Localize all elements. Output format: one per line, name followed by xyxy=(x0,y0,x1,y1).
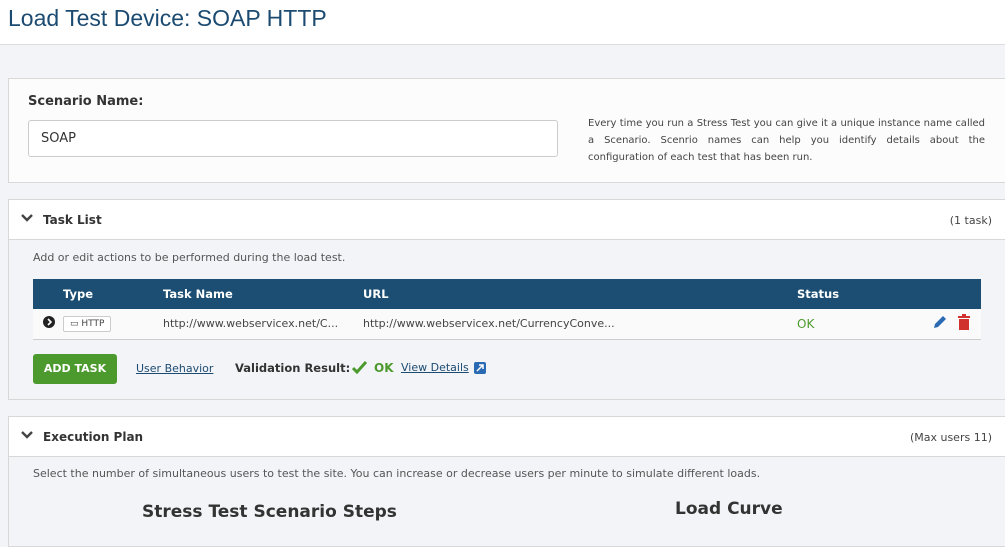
col-url: URL xyxy=(363,279,797,309)
task-table: Type Task Name URL Status ▭ HTTP http://… xyxy=(33,279,981,340)
chevron-down-icon xyxy=(21,431,33,439)
col-type: Type xyxy=(63,279,163,309)
scenario-help-text: Every time you run a Stress Test you can… xyxy=(588,118,985,163)
task-count: (1 task) xyxy=(949,214,992,227)
user-behavior-link[interactable]: User Behavior xyxy=(136,362,213,375)
edit-pencil-icon[interactable] xyxy=(932,314,948,330)
external-link-icon[interactable] xyxy=(474,362,486,374)
task-list-header[interactable]: Task List (1 task) xyxy=(8,199,1005,240)
scenario-name-input[interactable]: SOAP xyxy=(28,120,558,157)
chevron-down-icon xyxy=(21,214,33,222)
scenario-steps-title: Stress Test Scenario Steps xyxy=(142,502,397,522)
validation-value: OK xyxy=(374,361,394,375)
delete-trash-icon[interactable] xyxy=(957,314,971,331)
http-icon: ▭ xyxy=(70,318,82,329)
max-users: (Max users 11) xyxy=(909,431,992,444)
url-cell: http://www.webservicex.net/CurrencyConve… xyxy=(363,309,797,340)
page-title: Load Test Device: SOAP HTTP xyxy=(8,5,327,31)
task-list-description: Add or edit actions to be performed duri… xyxy=(33,251,346,264)
load-curve-title: Load Curve xyxy=(675,499,783,519)
task-name-cell: http://www.webservicex.net/C... xyxy=(163,309,363,340)
task-list-title: Task List xyxy=(43,213,102,227)
execution-plan-body: Select the number of simultaneous users … xyxy=(8,457,1005,547)
validation-label: Validation Result: xyxy=(235,361,351,375)
top-bar: Load Test Device: SOAP HTTP xyxy=(0,0,1005,45)
view-details-link[interactable]: View Details xyxy=(401,361,469,374)
task-list-body: Add or edit actions to be performed duri… xyxy=(8,240,1005,400)
scenario-label: Scenario Name: xyxy=(28,94,144,109)
execution-plan-title: Execution Plan xyxy=(43,430,144,444)
execution-plan-header[interactable]: Execution Plan (Max users 11) xyxy=(8,416,1005,457)
status-cell: OK xyxy=(797,309,911,340)
add-task-button[interactable]: ADD TASK xyxy=(33,354,117,384)
scenario-panel: Scenario Name: SOAP Every time you run a… xyxy=(8,78,1005,183)
execution-plan-description: Select the number of simultaneous users … xyxy=(33,467,761,480)
expand-row-icon[interactable] xyxy=(43,316,55,329)
check-icon xyxy=(352,361,367,374)
type-badge: ▭ HTTP xyxy=(63,315,112,332)
col-task-name: Task Name xyxy=(163,279,363,309)
table-row: ▭ HTTP http://www.webservicex.net/C... h… xyxy=(33,309,981,340)
col-status: Status xyxy=(797,279,911,309)
